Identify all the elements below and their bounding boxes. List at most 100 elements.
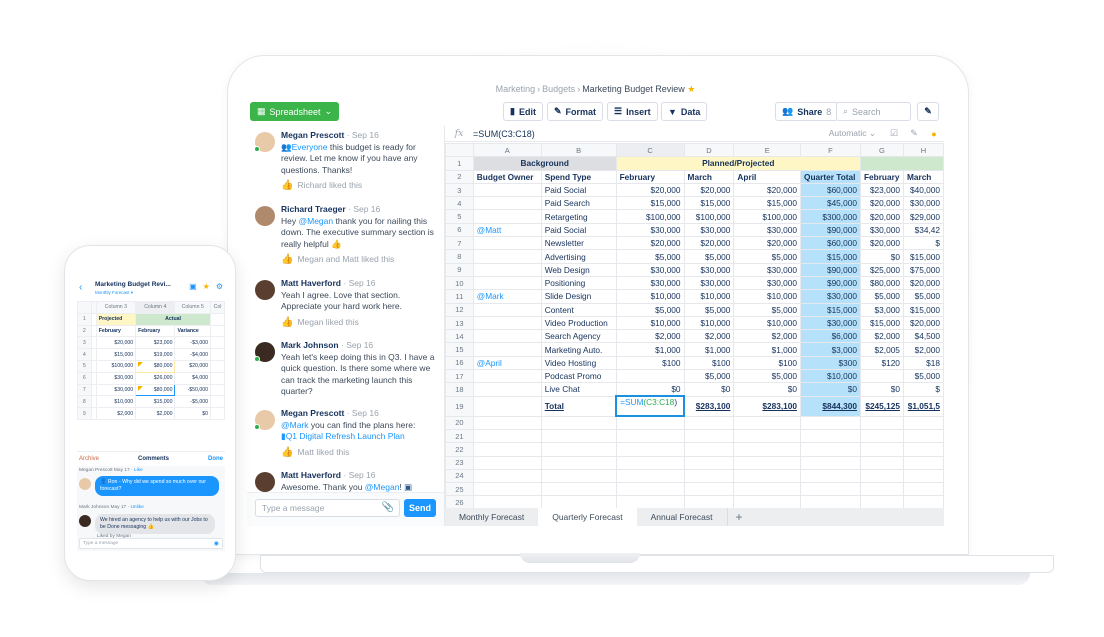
empty-cell[interactable]: [210, 371, 225, 385]
row-number[interactable]: 2: [77, 324, 92, 338]
sheet-select[interactable]: Monthly Forecast ▾: [95, 290, 133, 296]
thumbs-up-icon[interactable]: 👍: [281, 317, 293, 329]
value-cell[interactable]: $100: [683, 355, 735, 371]
empty-cell[interactable]: [799, 415, 861, 430]
owner-cell[interactable]: [472, 249, 542, 264]
empty-cell[interactable]: [733, 442, 801, 457]
send-button[interactable]: Send: [404, 499, 436, 517]
mention-link[interactable]: @Megan: [365, 482, 400, 492]
thumbs-up-icon[interactable]: 👍: [281, 180, 293, 192]
value-cell[interactable]: $0: [799, 382, 861, 397]
value-cell[interactable]: $: [902, 382, 944, 397]
add-sheet-icon[interactable]: +: [726, 508, 751, 526]
value-cell[interactable]: $100,000: [683, 209, 735, 224]
spend-type-cell[interactable]: Video Production: [540, 315, 617, 331]
value-cell[interactable]: $30,000: [95, 371, 137, 385]
column-label[interactable]: Quarter Total: [799, 169, 861, 184]
value-cell[interactable]: $10,000: [733, 315, 801, 331]
row-number[interactable]: 6: [77, 371, 92, 385]
column-header[interactable]: E: [733, 142, 801, 158]
value-cell[interactable]: $90,000: [799, 275, 861, 291]
row-number[interactable]: 1: [445, 156, 474, 171]
empty-cell[interactable]: [859, 482, 904, 497]
total-label[interactable]: Total: [540, 395, 617, 417]
value-cell[interactable]: $29,000: [902, 209, 944, 224]
column-label[interactable]: Spend Type: [540, 169, 617, 184]
value-cell[interactable]: $100,000: [615, 209, 685, 224]
total-cell[interactable]: $844,300: [799, 395, 861, 417]
spend-type-cell[interactable]: Paid Social: [540, 222, 617, 238]
value-cell[interactable]: $10,000: [615, 315, 685, 331]
total-cell[interactable]: $245,125: [859, 395, 904, 417]
new-note-button[interactable]: ✎: [917, 102, 939, 121]
owner-cell[interactable]: [472, 382, 542, 397]
row-number[interactable]: 14: [445, 329, 474, 344]
value-cell[interactable]: $15,000: [902, 249, 944, 264]
row-number[interactable]: 4: [445, 196, 474, 211]
value-cell[interactable]: $6,000: [799, 329, 861, 344]
add-comment-icon[interactable]: ●: [924, 129, 944, 139]
value-cell[interactable]: $34,42: [902, 222, 944, 238]
row-number[interactable]: 9: [445, 262, 474, 277]
row-number[interactable]: 5: [445, 209, 474, 224]
empty-cell[interactable]: [799, 455, 861, 470]
value-cell[interactable]: $15,000: [902, 302, 944, 317]
mention-link[interactable]: @Mark: [281, 420, 309, 430]
empty-cell[interactable]: [472, 428, 542, 444]
gear-icon[interactable]: ⚙: [216, 282, 223, 291]
planned-header[interactable]: Planned/Projected: [615, 156, 861, 171]
star-icon[interactable]: ★: [203, 282, 210, 291]
value-cell[interactable]: $2,000: [733, 329, 801, 344]
spend-type-cell[interactable]: Newsletter: [540, 236, 617, 251]
tab-monthly-forecast[interactable]: Monthly Forecast: [445, 508, 538, 526]
archive-button[interactable]: Archive: [79, 456, 99, 462]
empty-cell[interactable]: [472, 482, 542, 497]
row-number[interactable]: 17: [445, 369, 474, 384]
value-cell[interactable]: $20,000: [902, 315, 944, 331]
unlike-button[interactable]: Unlike: [130, 505, 143, 510]
value-cell[interactable]: $5,000: [683, 369, 735, 384]
projected-header[interactable]: Projected: [95, 312, 137, 326]
empty-cell[interactable]: [902, 455, 944, 470]
thumbs-up-icon[interactable]: 👍: [281, 254, 293, 266]
value-cell[interactable]: $2,000: [135, 407, 176, 420]
spend-type-cell[interactable]: Paid Social: [540, 182, 617, 198]
owner-cell[interactable]: [472, 236, 542, 251]
calc-mode-select[interactable]: Automatic ⌄: [829, 128, 876, 139]
value-cell[interactable]: $10,000: [683, 315, 735, 331]
value-cell[interactable]: $20,000: [859, 236, 904, 251]
value-cell[interactable]: $30,000: [683, 275, 735, 291]
value-cell[interactable]: $5,000: [683, 302, 735, 317]
value-cell[interactable]: [615, 369, 685, 384]
value-cell[interactable]: $80,000: [135, 359, 176, 373]
empty-cell[interactable]: [859, 415, 904, 430]
value-cell[interactable]: $100: [733, 355, 801, 371]
value-cell[interactable]: $5,000: [733, 302, 801, 317]
column-label[interactable]: February: [95, 324, 137, 338]
empty-cell[interactable]: [902, 482, 944, 497]
spend-type-cell[interactable]: Positioning: [540, 275, 617, 291]
insert-button[interactable]: ☰ Insert: [607, 102, 658, 121]
value-cell[interactable]: $10,000: [683, 289, 735, 304]
column-header[interactable]: C: [615, 142, 685, 158]
total-cell[interactable]: $283,100: [733, 395, 801, 417]
thumbs-up-icon[interactable]: 👍: [281, 447, 293, 459]
empty-cell[interactable]: [210, 383, 225, 397]
empty-cell[interactable]: [472, 442, 542, 457]
column-header[interactable]: H: [902, 142, 944, 158]
paperclip-icon[interactable]: 📎: [382, 502, 394, 513]
value-cell[interactable]: $3,000: [799, 342, 861, 357]
value-cell[interactable]: $60,000: [799, 236, 861, 251]
row-number[interactable]: 22: [445, 442, 474, 457]
column-header[interactable]: Column 5: [174, 301, 212, 314]
chat-icon[interactable]: ▣: [189, 282, 197, 291]
spend-type-cell[interactable]: Web Design: [540, 262, 617, 277]
value-cell[interactable]: $30,000: [733, 275, 801, 291]
row-number[interactable]: 2: [445, 169, 474, 184]
value-cell[interactable]: $5,000: [733, 249, 801, 264]
value-cell[interactable]: -$50,000: [174, 383, 212, 397]
column-header[interactable]: G: [859, 142, 904, 158]
owner-cell[interactable]: [472, 209, 542, 224]
row-number[interactable]: 4: [77, 348, 92, 361]
favorite-star-icon[interactable]: ★: [687, 84, 695, 94]
